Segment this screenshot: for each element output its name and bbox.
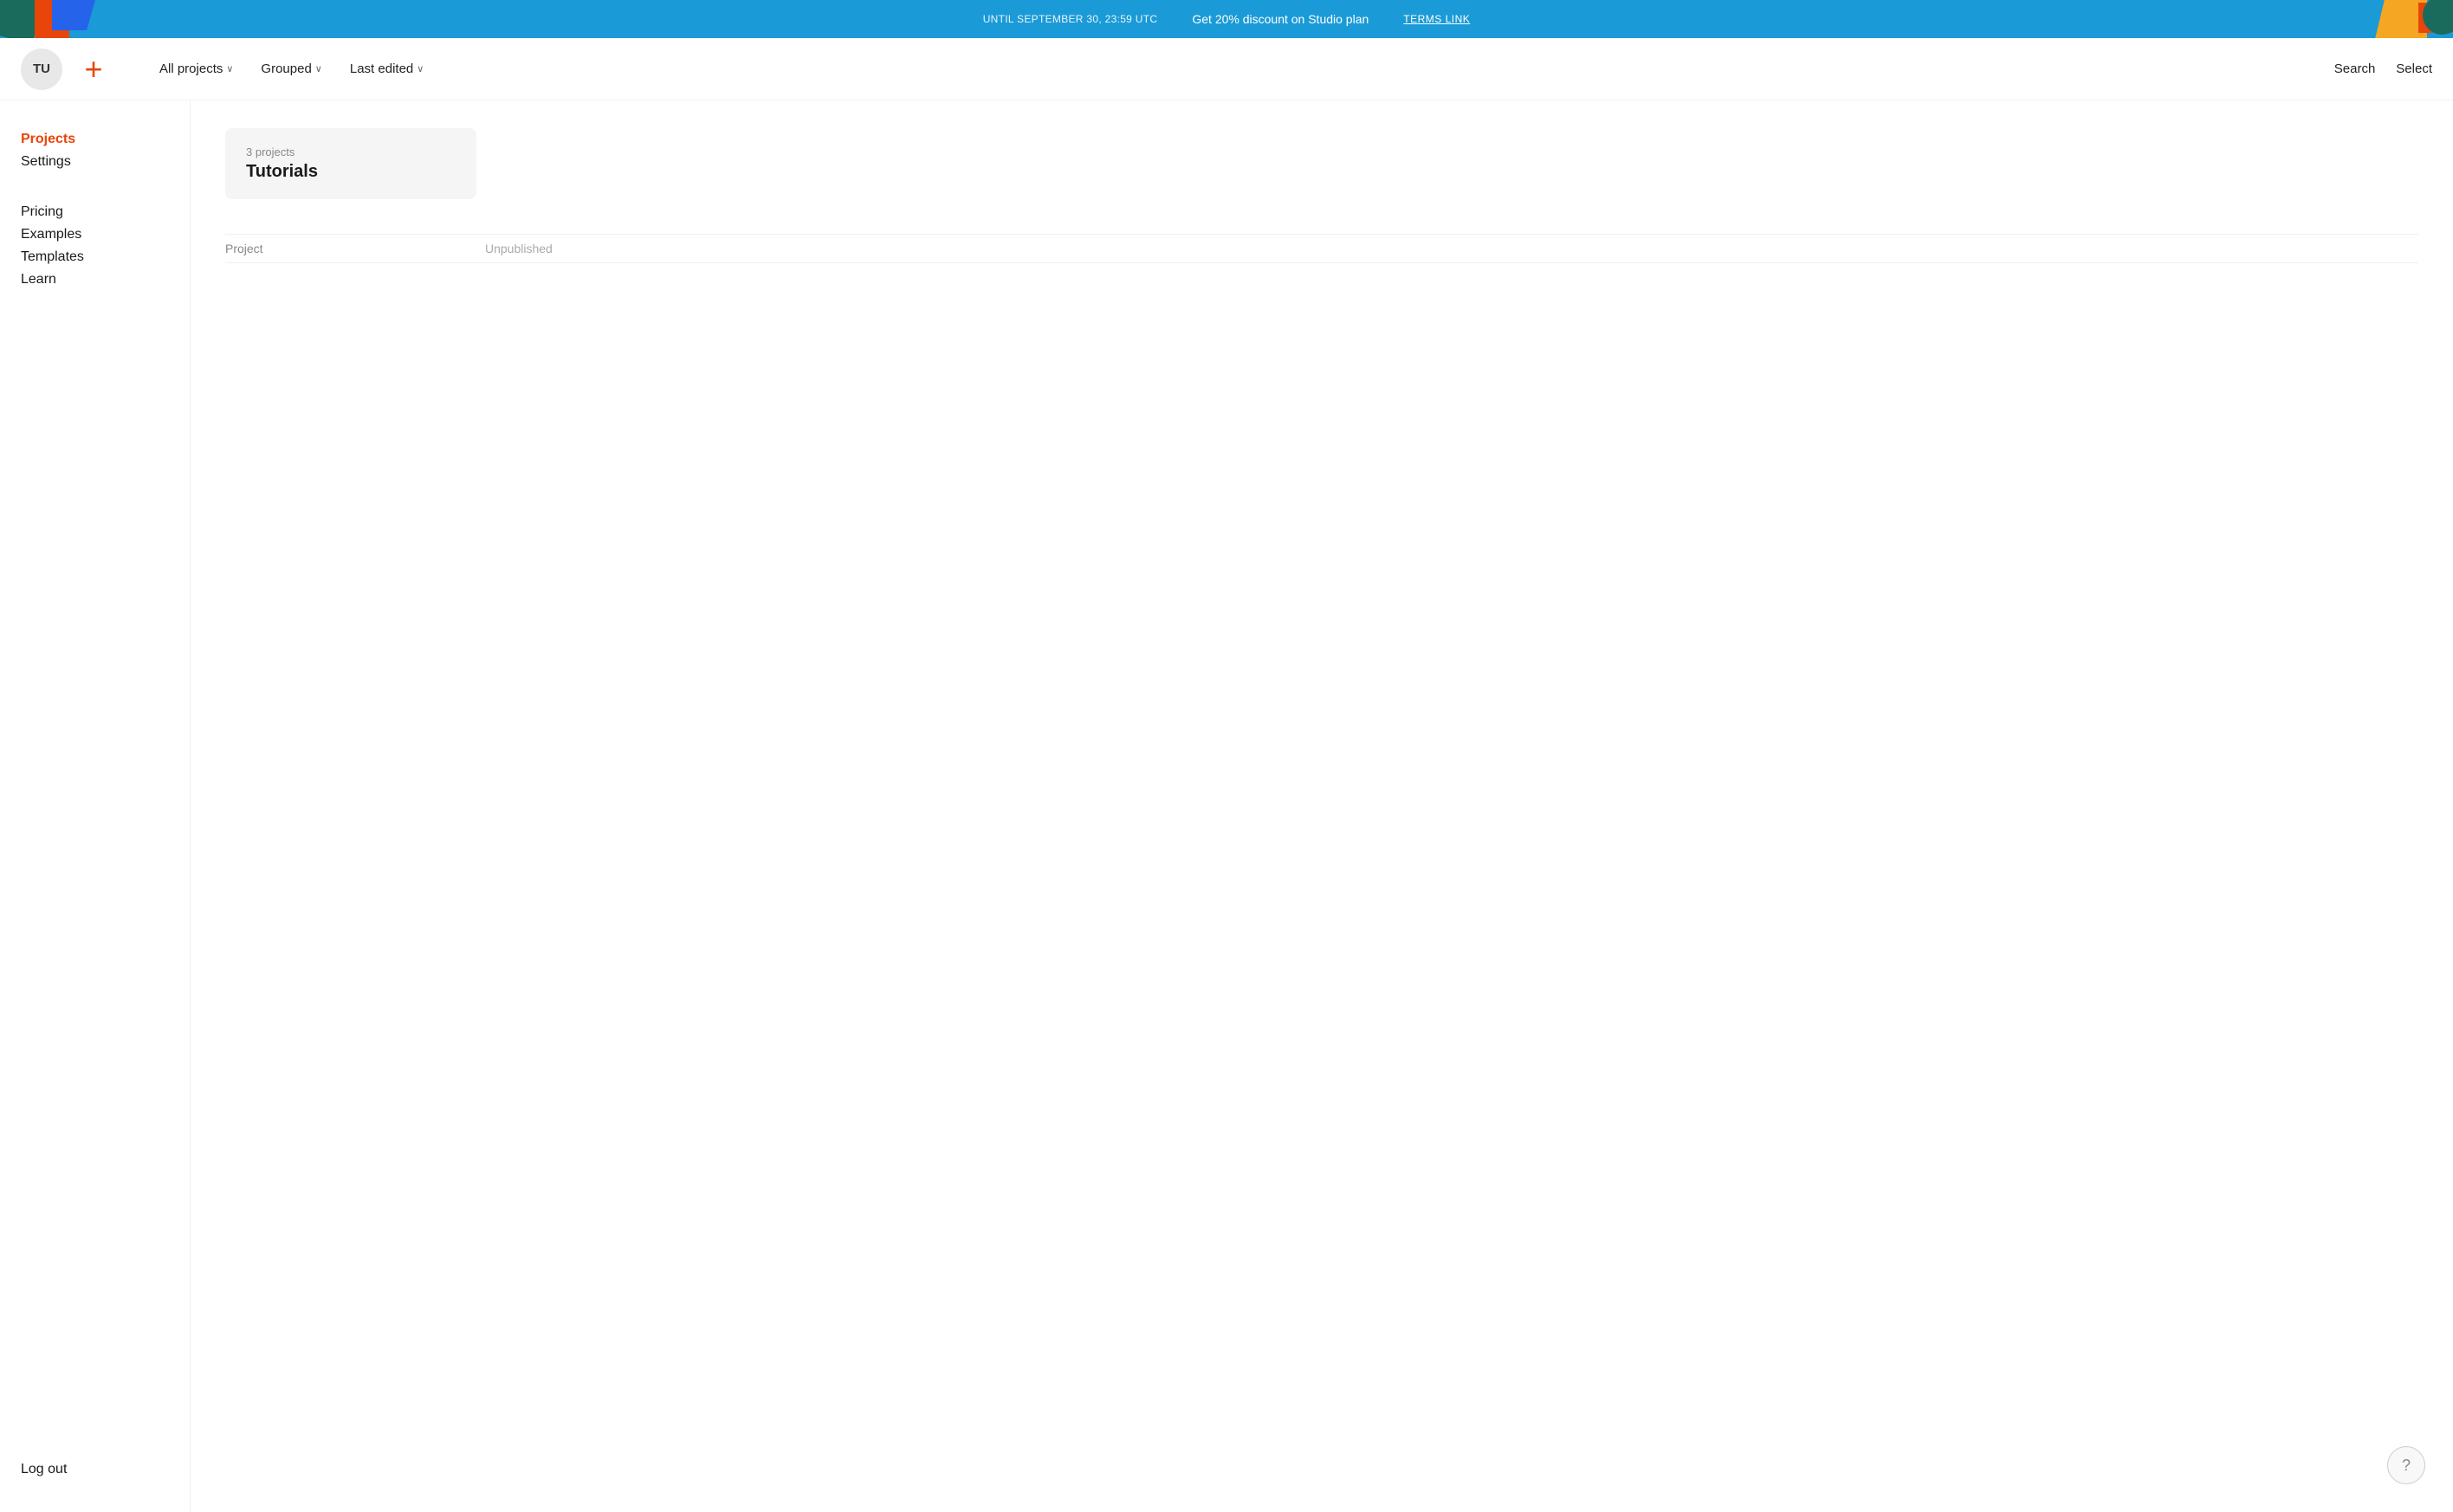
sidebar-item-pricing[interactable]: Pricing — [21, 201, 169, 223]
plus-icon: + — [84, 54, 102, 85]
project-col-status: Unpublished — [485, 242, 553, 255]
logout-button[interactable]: Log out — [21, 1462, 67, 1477]
project-group-name: Tutorials — [246, 162, 456, 182]
avatar[interactable]: TU — [21, 48, 62, 90]
corner-blue-left — [52, 0, 95, 30]
promo-terms-link[interactable]: TERMS LINK — [1403, 13, 1470, 25]
sidebar-item-settings[interactable]: Settings — [21, 151, 169, 173]
promo-until-text: UNTIL SEPTEMBER 30, 23:59 UTC — [983, 13, 1158, 25]
promo-main-text: Get 20% discount on Studio plan — [1192, 12, 1369, 26]
project-group-card[interactable]: 3 projects Tutorials — [225, 128, 476, 199]
last-edited-label: Last edited — [350, 61, 413, 76]
select-button[interactable]: Select — [2396, 61, 2432, 76]
top-nav: TU + All projects ∨ Grouped ∨ Last edite… — [0, 38, 2453, 100]
sidebar-item-examples[interactable]: Examples — [21, 223, 169, 246]
project-list-area: Project Unpublished — [225, 234, 2418, 263]
project-group-count: 3 projects — [246, 145, 456, 158]
all-projects-filter[interactable]: All projects ∨ — [149, 56, 243, 81]
help-button[interactable]: ? — [2387, 1446, 2425, 1484]
sidebar-extra-section: Pricing Examples Templates Learn — [21, 201, 169, 291]
grouped-filter[interactable]: Grouped ∨ — [250, 56, 332, 81]
sidebar-main-section: Projects Settings — [21, 128, 169, 173]
sidebar-item-templates[interactable]: Templates — [21, 246, 169, 268]
promo-corner-right — [2349, 0, 2453, 38]
project-col-name: Project — [225, 242, 485, 255]
main-content: 3 projects Tutorials Project Unpublished — [191, 100, 2453, 1512]
nav-right-actions: Search Select — [2334, 61, 2432, 76]
promo-banner: UNTIL SEPTEMBER 30, 23:59 UTC Get 20% di… — [0, 0, 2453, 38]
grouped-label: Grouped — [261, 61, 311, 76]
all-projects-chevron: ∨ — [226, 63, 233, 74]
last-edited-chevron: ∨ — [417, 63, 424, 74]
app-body: Projects Settings Pricing Examples Templ… — [0, 100, 2453, 1512]
sidebar-item-learn[interactable]: Learn — [21, 268, 169, 291]
promo-corner-left — [0, 0, 104, 38]
sidebar: Projects Settings Pricing Examples Templ… — [0, 100, 191, 1512]
last-edited-filter[interactable]: Last edited ∨ — [340, 56, 434, 81]
new-project-button[interactable]: + — [73, 48, 114, 90]
all-projects-label: All projects — [159, 61, 223, 76]
search-button[interactable]: Search — [2334, 61, 2376, 76]
project-list-header: Project Unpublished — [225, 234, 2418, 263]
grouped-chevron: ∨ — [315, 63, 322, 74]
sidebar-divider — [21, 187, 169, 197]
nav-filters: All projects ∨ Grouped ∨ Last edited ∨ — [149, 56, 2334, 81]
sidebar-item-projects[interactable]: Projects — [21, 128, 169, 151]
